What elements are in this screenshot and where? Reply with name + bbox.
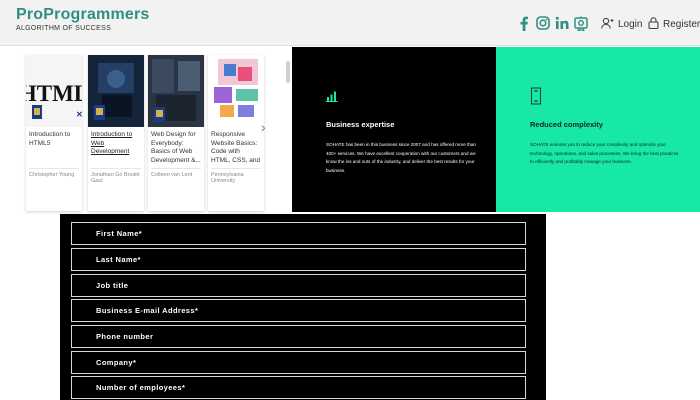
linkedin-icon[interactable] <box>554 15 570 31</box>
course-card[interactable]: Web Design for Everybody: Basics of Web … <box>148 55 204 211</box>
bar-chart-icon <box>326 89 338 107</box>
course-author: Jonathan Go Boulet Gaul <box>91 172 140 184</box>
brand-tagline: ALGORITHM OF SUCCESS <box>16 25 112 32</box>
number-of-employees-field[interactable] <box>71 376 526 399</box>
course-thumbnail: HTML ✕ <box>26 55 82 127</box>
course-thumbnail <box>88 55 144 127</box>
feature-panel-reduced-complexity: Reduced complexity SOHATE ensures you to… <box>496 47 700 212</box>
phone-number-field[interactable] <box>71 325 526 348</box>
register-label: Register <box>663 19 700 30</box>
login-link[interactable]: Login <box>601 17 642 32</box>
business-email-field[interactable] <box>71 299 526 322</box>
brand-name: ProProgrammers <box>16 6 150 23</box>
page: ProProgrammers ALGORITHM OF SUCCESS Logi… <box>0 0 700 400</box>
course-title: Web Design for Everybody: Basics of Web … <box>151 131 201 164</box>
login-label: Login <box>618 19 643 30</box>
brand-logo[interactable]: ProProgrammers ALGORITHM OF SUCCESS <box>16 6 150 32</box>
instagram-icon[interactable] <box>535 15 551 31</box>
course-card[interactable]: Introduction to Web Development Jonathan… <box>88 55 144 211</box>
course-title: Introduction to Web Development <box>91 131 133 155</box>
facebook-icon[interactable] <box>516 15 532 31</box>
feature-description: SOHATE ensures you to reduce your comple… <box>530 142 679 164</box>
contact-form <box>60 214 546 400</box>
job-title-field[interactable] <box>71 274 526 297</box>
svg-text:✕: ✕ <box>76 110 82 119</box>
course-card[interactable]: HTML ✕ Introduction to HTML5 Christopher… <box>26 55 82 211</box>
carousel-next-arrow-icon[interactable]: › <box>261 119 266 135</box>
course-thumbnail <box>208 55 264 127</box>
last-name-field[interactable] <box>71 248 526 271</box>
course-author: Pennsylvania University <box>211 172 244 184</box>
certificate-icon[interactable] <box>573 15 589 31</box>
register-link[interactable]: Register <box>648 17 700 32</box>
course-card[interactable]: Responsive Website Basics: Code with HTM… <box>208 55 264 211</box>
feature-panel-business-expertise: Business expertise SOHATE has been in th… <box>292 47 496 212</box>
company-field[interactable] <box>71 351 526 374</box>
course-thumbnail <box>148 55 204 127</box>
course-author: Colleen van Lent <box>151 172 193 178</box>
feature-title: Reduced complexity <box>530 120 603 129</box>
user-icon <box>601 17 614 32</box>
scrollbar[interactable] <box>286 61 290 83</box>
feature-description: SOHATE has been in this business since 2… <box>326 142 476 173</box>
feature-title: Business expertise <box>326 120 395 129</box>
thumb-text: HTML <box>26 81 82 106</box>
course-carousel: HTML ✕ Introduction to HTML5 Christopher… <box>0 47 292 214</box>
course-title: Responsive Website Basics: Code with HTM… <box>211 131 261 164</box>
lock-icon <box>648 17 659 32</box>
first-name-field[interactable] <box>71 222 526 245</box>
course-author: Christopher Young <box>29 172 75 178</box>
site-header: ProProgrammers ALGORITHM OF SUCCESS Logi… <box>0 0 700 46</box>
course-title: Introduction to HTML5 <box>29 131 71 147</box>
reduced-complexity-icon <box>530 87 542 110</box>
